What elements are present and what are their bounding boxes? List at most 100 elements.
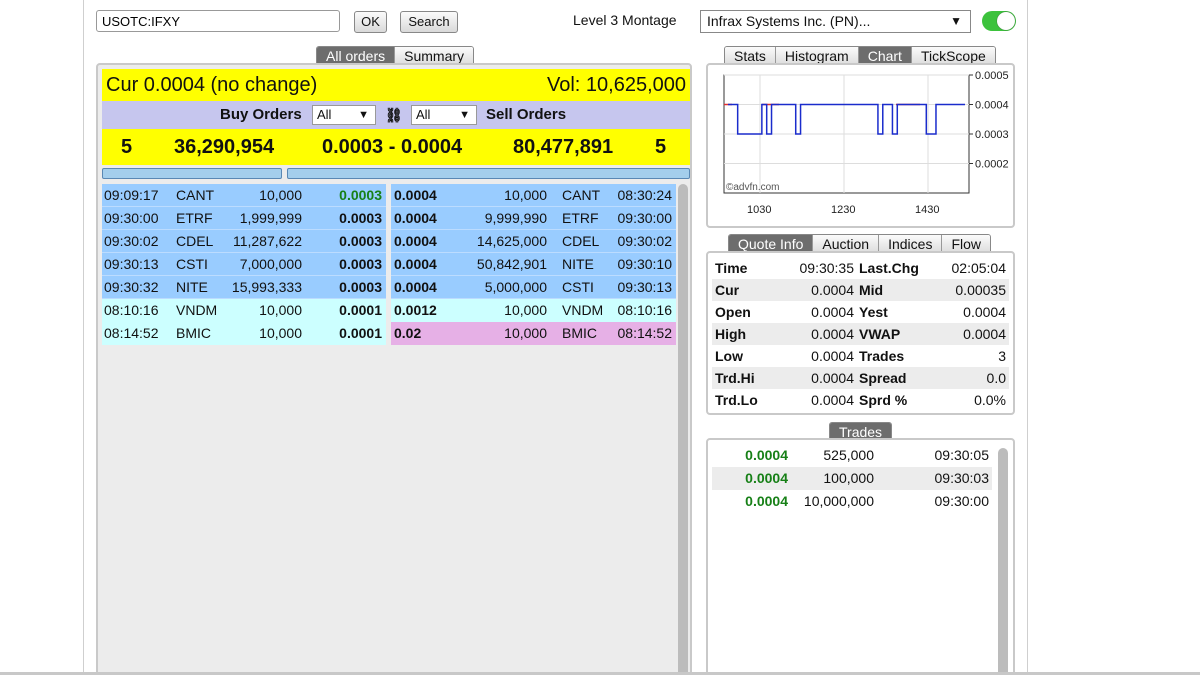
link-icon[interactable]: ⛓ <box>385 101 403 129</box>
buy-order[interactable]: 09:30:32 NITE 15,993,333 0.0003 <box>102 276 386 299</box>
sell-order[interactable]: 0.0004 10,000 CANT 08:30:24 <box>391 184 676 207</box>
table-row[interactable]: 09:30:00 ETRF 1,999,999 0.0003 0.0004 9,999,9… <box>102 207 676 230</box>
quote-value: 0.0004 <box>811 370 854 386</box>
quote-label: High <box>715 326 747 342</box>
order-book-scrollbar[interactable] <box>678 184 688 675</box>
trades-scrollbar[interactable] <box>998 448 1008 675</box>
ok-button[interactable]: OK <box>354 11 387 33</box>
trade-time: 09:30:03 <box>934 470 990 486</box>
buy-order[interactable]: 09:30:02 CDEL 11,287,622 0.0003 <box>102 230 386 253</box>
sell-order[interactable]: 0.02 10,000 BMIC 08:14:52 <box>391 322 676 345</box>
sell-size: 50,842,901 <box>476 256 547 272</box>
stream-toggle[interactable] <box>982 11 1016 31</box>
search-button[interactable]: Search <box>400 11 458 33</box>
montage-label: Level 3 Montage <box>573 12 677 28</box>
x-tick-label: 1030 <box>747 204 771 216</box>
quote-value: 3 <box>998 348 1006 364</box>
quote-row: Time 09:30:35 Last.Chg 02:05:04 <box>712 257 1009 279</box>
sell-orders-label: Sell Orders <box>486 106 567 123</box>
quote-label: Time <box>715 260 748 276</box>
trade-price: 0.0004 <box>745 470 788 486</box>
dropdown-arrow-icon: ▼ <box>459 109 470 121</box>
buy-size: 15,993,333 <box>231 279 302 295</box>
buy-order[interactable]: 09:30:13 CSTI 7,000,000 0.0003 <box>102 253 386 276</box>
buy-time: 08:10:16 <box>104 302 159 318</box>
book-summary-bar: 5 36,290,954 0.0003 - 0.0004 80,477,891 … <box>102 129 690 165</box>
quote-label: Low <box>715 348 743 364</box>
sell-size: 9,999,990 <box>484 210 547 226</box>
buy-market-maker: BMIC <box>176 325 211 341</box>
table-row[interactable]: 09:30:32 NITE 15,993,333 0.0003 0.0004 5,000,… <box>102 276 676 299</box>
symbol-input[interactable] <box>96 10 340 32</box>
sell-market-maker: ETRF <box>562 210 599 226</box>
quote-label: Open <box>715 304 751 320</box>
quote-info-panel: Time 09:30:35 Last.Chg 02:05:04 Cur 0.0004 Mid… <box>706 251 1015 415</box>
sell-market-maker: BMIC <box>562 325 597 341</box>
table-row[interactable]: 09:30:13 CSTI 7,000,000 0.0003 0.0004 50,842,… <box>102 253 676 276</box>
buy-market-maker: VNDM <box>176 302 218 318</box>
buy-filter-select[interactable]: All ▼ <box>312 105 376 125</box>
depth-bars <box>102 168 690 179</box>
sell-size: 5,000,000 <box>484 279 547 295</box>
buy-volume: 36,290,954 <box>174 136 275 158</box>
sell-time: 09:30:13 <box>617 279 673 295</box>
buy-orders-label: Buy Orders <box>220 106 302 123</box>
buy-order[interactable]: 09:30:00 ETRF 1,999,999 0.0003 <box>102 207 386 230</box>
buy-price: 0.0001 <box>339 325 382 341</box>
sell-order[interactable]: 0.0004 5,000,000 CSTI 09:30:13 <box>391 276 676 299</box>
buy-size: 7,000,000 <box>239 256 302 272</box>
sell-order[interactable]: 0.0004 14,625,000 CDEL 09:30:02 <box>391 230 676 253</box>
buy-time: 08:14:52 <box>104 325 159 341</box>
sell-market-maker: CANT <box>562 187 601 203</box>
order-book-panel: Cur 0.0004 (no change) Vol: 10,625,000 B… <box>96 63 692 675</box>
sell-order[interactable]: 0.0012 10,000 VNDM 08:10:16 <box>391 299 676 322</box>
sell-size: 10,000 <box>504 325 547 341</box>
spread-range: 0.0003 - 0.0004 <box>322 136 463 158</box>
sell-order[interactable]: 0.0004 9,999,990 ETRF 09:30:00 <box>391 207 676 230</box>
table-row[interactable]: 08:10:16 VNDM 10,000 0.0001 0.0012 10,000 VNDM… <box>102 299 676 322</box>
quote-value: 09:30:35 <box>799 260 855 276</box>
sell-price: 0.0004 <box>394 279 437 295</box>
quote-value: 0.0004 <box>963 326 1006 342</box>
sell-size: 10,000 <box>504 187 547 203</box>
sell-price: 0.02 <box>394 325 422 341</box>
buy-price: 0.0003 <box>339 233 382 249</box>
buy-market-maker: CSTI <box>176 256 208 272</box>
y-tick-label: 0.0002 <box>975 159 1009 171</box>
buy-market-maker: CANT <box>176 187 215 203</box>
sell-time: 09:30:02 <box>617 233 673 249</box>
buy-order[interactable]: 09:09:17 CANT 10,000 0.0003 <box>102 184 386 207</box>
current-price: Cur 0.0004 (no change) <box>106 74 318 96</box>
y-tick-label: 0.0003 <box>975 129 1009 141</box>
buy-order[interactable]: 08:14:52 BMIC 10,000 0.0001 <box>102 322 386 345</box>
y-tick-label: 0.0004 <box>975 100 1009 112</box>
buy-price: 0.0003 <box>339 187 382 203</box>
sell-filter-select[interactable]: All ▼ <box>411 105 477 125</box>
buy-size: 10,000 <box>259 187 302 203</box>
sell-market-maker: VNDM <box>562 302 604 318</box>
table-row[interactable]: 09:30:02 CDEL 11,287,622 0.0003 0.0004 14,625… <box>102 230 676 253</box>
quote-row: Trd.Lo 0.0004 Sprd % 0.0% <box>712 389 1009 411</box>
buy-order[interactable]: 08:10:16 VNDM 10,000 0.0001 <box>102 299 386 322</box>
sell-market-maker: NITE <box>562 256 594 272</box>
buy-size: 10,000 <box>259 325 302 341</box>
sell-volume: 80,477,891 <box>513 136 614 158</box>
quote-row: Trd.Hi 0.0004 Spread 0.0 <box>712 367 1009 389</box>
trades-panel: 0.0004 525,000 09:30:05 0.0004 100,000 09:30:… <box>706 438 1015 675</box>
table-row[interactable]: 09:09:17 CANT 10,000 0.0003 0.0004 10,000 CANT… <box>102 184 676 207</box>
trade-time: 09:30:05 <box>934 447 990 463</box>
current-price-bar: Cur 0.0004 (no change) Vol: 10,625,000 <box>102 69 690 101</box>
quote-value: 0.0004 <box>811 392 854 408</box>
order-book-table: 09:09:17 CANT 10,000 0.0003 0.0004 10,000 CANT… <box>102 184 676 345</box>
montage-window: OK Search Level 3 Montage Infrax Systems… <box>83 0 1028 675</box>
buy-time: 09:30:02 <box>104 233 159 249</box>
quote-row: Low 0.0004 Trades 3 <box>712 345 1009 367</box>
buy-size: 10,000 <box>259 302 302 318</box>
sell-size: 14,625,000 <box>476 233 547 249</box>
x-tick-label: 1430 <box>915 204 939 216</box>
sell-order[interactable]: 0.0004 50,842,901 NITE 09:30:10 <box>391 253 676 276</box>
company-select[interactable]: Infrax Systems Inc. (PN)... ▼ <box>700 10 971 33</box>
buy-depth-bar <box>102 168 282 179</box>
table-row[interactable]: 08:14:52 BMIC 10,000 0.0001 0.02 10,000 BMIC 08… <box>102 322 676 345</box>
sell-time: 08:14:52 <box>617 325 673 341</box>
